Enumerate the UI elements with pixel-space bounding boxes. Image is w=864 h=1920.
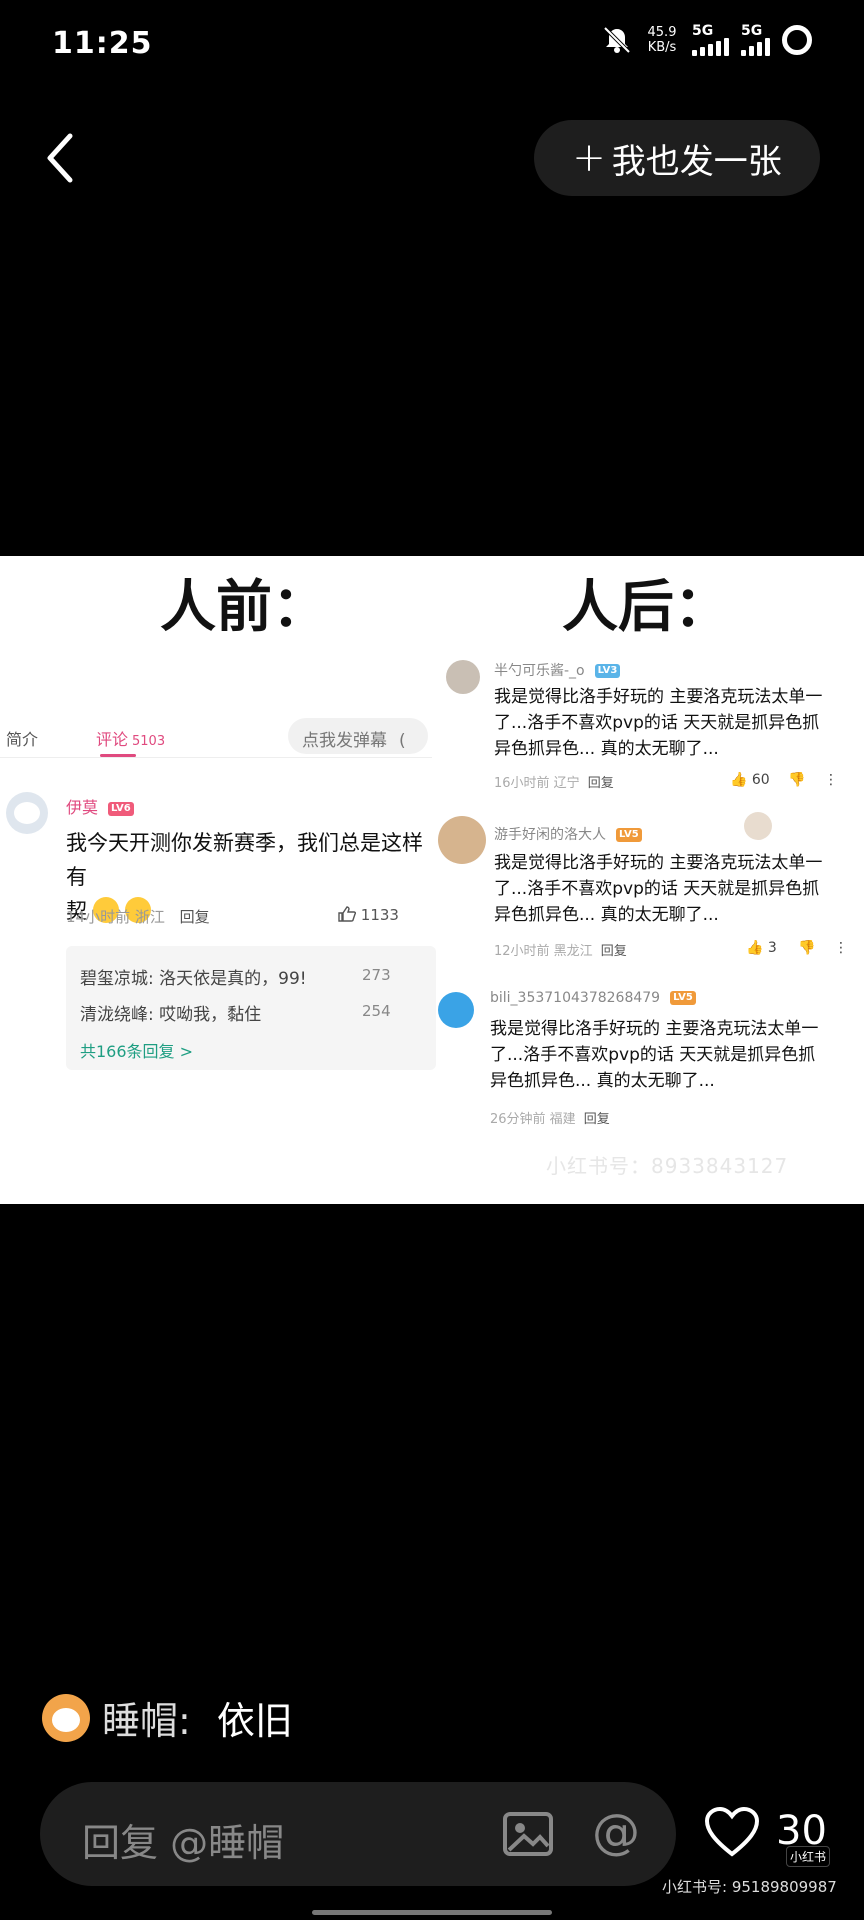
danmaku-input: 点我发弹幕( — [288, 718, 428, 754]
reply-input[interactable]: 回复 @睡帽 @ — [40, 1782, 676, 1886]
more-icon: ⋮ — [834, 940, 848, 956]
like-count: 1133 — [338, 906, 399, 924]
signal-sim1: 5G — [692, 24, 729, 56]
reply-box: 碧玺凉城: 洛天依是真的，99! 273 清泷绕峰: 哎呦我，黏住 254 共1… — [66, 946, 436, 1070]
comment-username: 伊莫 LV6 — [66, 794, 134, 818]
thumbs-up-icon — [338, 906, 357, 922]
signal-sim2: 5G — [741, 24, 770, 56]
network-speed: 45.9 KB/s — [647, 25, 677, 55]
left-heading: 人前： — [160, 575, 328, 640]
plus-icon: + — [572, 135, 606, 181]
comment-text: 我是觉得比洛手好玩的 主要洛克玩法太单一 了...洛手不喜欢pvp的话 天天就是… — [494, 687, 823, 759]
reply-item: 清泷绕峰: 哎呦我，黏住 — [80, 1005, 262, 1025]
avatar — [446, 660, 480, 694]
account-id: 小红书号: 95189809987 — [662, 1878, 837, 1896]
dislike-icon: 👎 — [798, 940, 816, 956]
status-bar: 11:25 45.9 KB/s 5G 5G — [0, 0, 864, 100]
tab-intro: 简介 — [6, 730, 39, 749]
status-time: 11:25 — [52, 26, 153, 61]
watermark: 小红书号：8933843127 — [546, 1154, 789, 1178]
mention-icon[interactable]: @ — [588, 1806, 644, 1862]
author-name[interactable]: 睡帽: — [102, 1690, 191, 1745]
reply-likes: 254 — [362, 1002, 391, 1020]
comment-text: 我是觉得比洛手好玩的 主要洛克玩法太单一 了...洛手不喜欢pvp的话 天天就是… — [494, 853, 823, 925]
comment-username: 游手好闲的洛大人 LV5 — [494, 824, 642, 844]
level-badge: LV6 — [108, 802, 134, 816]
reply-item: 碧玺凉城: 洛天依是真的，99! — [80, 969, 307, 989]
tab-underline — [100, 754, 136, 757]
avatar — [6, 792, 48, 834]
tab-comments: 评论 5103 — [96, 730, 166, 749]
publish-button[interactable]: + 我也发一张 — [534, 120, 820, 196]
like-count: 👍 3 — [746, 940, 777, 956]
reply-likes: 273 — [362, 966, 391, 984]
post-caption: 睡帽: 依旧 — [42, 1690, 293, 1745]
avatar — [438, 992, 474, 1028]
back-arrow-icon[interactable] — [40, 128, 80, 188]
signal-bars-icon — [692, 38, 729, 56]
level-badge: LV3 — [594, 664, 621, 678]
comment-meta: 12小时前 黑龙江 回复 👍 3 👎 ⋮ — [494, 940, 848, 959]
comment-username: bili_3537104378268479 LV5 — [490, 990, 696, 1006]
heart-icon[interactable] — [704, 1806, 760, 1858]
comment-username: 半勺可乐酱-_o LV3 — [494, 660, 621, 680]
comment-meta: 16小时前 辽宁 回复 👍 60 👎 ⋮ — [494, 772, 838, 791]
author-avatar[interactable] — [42, 1693, 90, 1742]
more-icon: ⋮ — [824, 772, 838, 788]
comment-text: 我是觉得比洛手好玩的 主要洛克玩法太单一 了...洛手不喜欢pvp的话 天天就是… — [490, 1019, 819, 1091]
like-count: 👍 60 — [730, 772, 770, 788]
comment-meta: 14小时前 浙江 回复 1133 — [66, 906, 399, 926]
image-icon[interactable] — [500, 1806, 556, 1862]
avatar-badge-icon — [744, 812, 772, 840]
home-indicator[interactable] — [312, 1910, 552, 1915]
right-heading: 人后： — [562, 575, 730, 640]
level-badge: LV5 — [616, 828, 642, 842]
mute-bell-icon — [603, 26, 631, 54]
comment-tabs: 简介 评论 5103 点我发弹幕( — [0, 714, 432, 758]
status-icons: 45.9 KB/s 5G 5G — [602, 24, 812, 56]
caption-text: 依旧 — [216, 1699, 293, 1743]
comment-meta: 26分钟前 福建 回复 — [490, 1112, 610, 1127]
more-replies-link: 共166条回复 > — [80, 1042, 194, 1061]
dislike-icon: 👎 — [788, 772, 806, 788]
avatar — [438, 816, 486, 864]
battery-ring-icon — [782, 25, 812, 55]
svg-text:@: @ — [592, 1806, 640, 1860]
brand-badge: 小红书 — [786, 1846, 831, 1867]
reply-placeholder: 回复 @睡帽 — [82, 1821, 285, 1865]
post-image[interactable]: 人前： 人后： 简介 评论 5103 点我发弹幕( 伊莫 LV6 我今天开测你发新赛… — [0, 556, 864, 1204]
level-badge: LV5 — [670, 991, 696, 1005]
signal-bars-icon — [741, 38, 770, 56]
app-screen: 11:25 45.9 KB/s 5G 5G + 我也发一张 人前： 人后： 简介… — [0, 0, 864, 1920]
